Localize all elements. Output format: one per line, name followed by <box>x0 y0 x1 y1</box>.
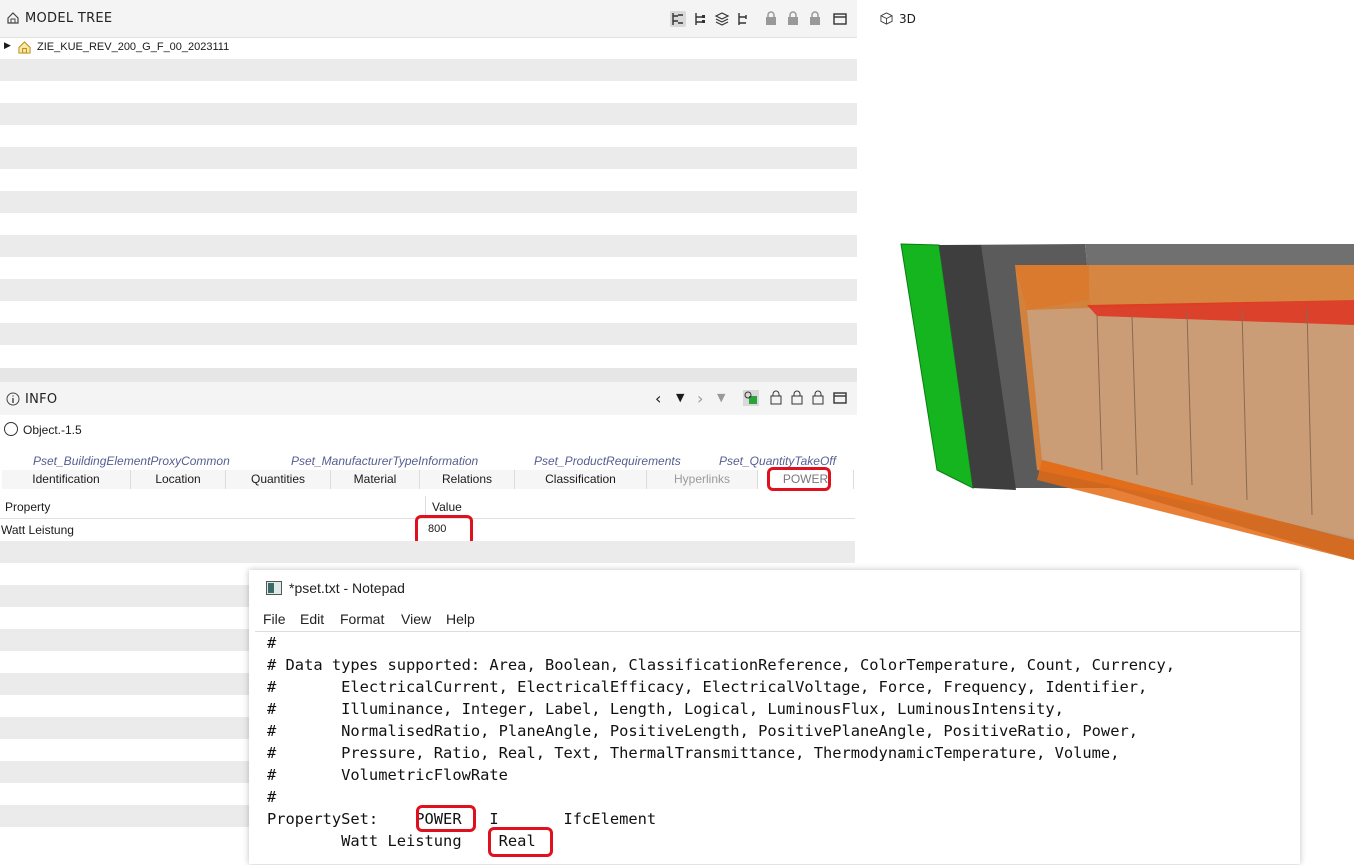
text-line: # <box>267 634 277 652</box>
lock-icon[interactable] <box>789 390 805 406</box>
model-tree-title: MODEL TREE <box>25 11 113 26</box>
tree-icon[interactable] <box>692 11 708 27</box>
menu-file[interactable]: File <box>263 611 286 627</box>
tab-quantities[interactable]: Quantities <box>226 470 331 489</box>
lock-icon[interactable] <box>807 11 823 27</box>
maximize-icon[interactable] <box>832 11 848 27</box>
tree-row <box>0 235 857 257</box>
menu-help[interactable]: Help <box>446 611 475 627</box>
tab-material[interactable]: Material <box>331 470 420 489</box>
text-line: # VolumetricFlowRate <box>267 766 508 784</box>
dropdown-icon[interactable]: ▼ <box>676 391 684 404</box>
select-object-icon[interactable] <box>743 390 759 406</box>
tab-identification[interactable]: Identification <box>2 470 131 489</box>
text-line: # ElectricalCurrent, ElectricalEfficacy,… <box>267 678 1148 696</box>
layers-icon[interactable] <box>714 11 730 27</box>
lock-icon[interactable] <box>768 390 784 406</box>
model-tree-panel: MODEL TREE ▶ ZIE_KUE_REV_200_G_F_00_2023… <box>0 0 857 368</box>
maximize-icon[interactable] <box>832 390 848 406</box>
relations-icon[interactable] <box>736 11 752 27</box>
tab-hyperlinks[interactable]: Hyperlinks <box>647 470 758 489</box>
column-header-value: Value <box>432 500 462 514</box>
dropdown-icon[interactable]: ▼ <box>717 391 725 404</box>
tree-row <box>0 191 857 213</box>
text-line: # Illuminance, Integer, Label, Length, L… <box>267 700 1064 718</box>
notepad-window[interactable]: *pset.txt - Notepad File Edit Format Vie… <box>249 570 1300 864</box>
building-icon <box>18 41 31 54</box>
table-row <box>0 541 855 563</box>
lock-icon[interactable] <box>810 390 826 406</box>
object-label: Object.-1.5 <box>23 423 82 437</box>
tree-row <box>0 279 857 301</box>
chevron-right-icon[interactable]: › <box>697 389 703 408</box>
text-line: # <box>267 788 277 806</box>
model-tree-header: MODEL TREE <box>0 0 857 38</box>
object-radio[interactable] <box>4 422 18 436</box>
highlight-box <box>488 827 553 857</box>
tree-row <box>0 59 857 81</box>
property-name: Watt Leistung <box>1 523 74 537</box>
pset-tab[interactable]: Pset_ProductRequirements <box>534 454 681 468</box>
panel-splitter[interactable] <box>0 368 857 382</box>
pset-tab[interactable]: Pset_ManufacturerTypeInformation <box>291 454 478 468</box>
model-tree-icon <box>7 12 19 24</box>
info-header: INFO ‹ ▼ › ▼ <box>0 382 857 415</box>
highlight-box <box>416 805 476 832</box>
notepad-text-area[interactable]: # # Data types supported: Area, Boolean,… <box>255 631 1300 865</box>
info-title: INFO <box>25 392 58 407</box>
tree-row <box>0 103 857 125</box>
menu-view[interactable]: View <box>401 611 431 627</box>
notepad-title: *pset.txt - Notepad <box>289 580 405 596</box>
tree-row <box>0 323 857 345</box>
tree-row <box>0 147 857 169</box>
tab-relations[interactable]: Relations <box>420 470 515 489</box>
pset-tab[interactable]: Pset_QuantityTakeOff <box>719 454 836 468</box>
highlight-box <box>767 467 831 491</box>
tree-root-row[interactable]: ▶ ZIE_KUE_REV_200_G_F_00_2023111 <box>0 37 857 59</box>
text-line: # Pressure, Ratio, Real, Text, ThermalTr… <box>267 744 1120 762</box>
text-line: # NormalisedRatio, PlaneAngle, PositiveL… <box>267 722 1138 740</box>
tab-classification[interactable]: Classification <box>515 470 647 489</box>
tree-root-label[interactable]: ZIE_KUE_REV_200_G_F_00_2023111 <box>37 41 229 53</box>
notepad-icon <box>266 581 282 595</box>
lock-icon[interactable] <box>763 11 779 27</box>
expand-arrow-icon[interactable]: ▶ <box>4 41 11 51</box>
column-header-property: Property <box>5 500 51 514</box>
menu-format[interactable]: Format <box>340 611 384 627</box>
hierarchy-icon[interactable] <box>670 11 686 27</box>
chevron-left-icon[interactable]: ‹ <box>655 389 661 408</box>
info-icon <box>6 392 20 406</box>
menu-edit[interactable]: Edit <box>300 611 324 627</box>
lock-icon[interactable] <box>785 11 801 27</box>
text-line: # Data types supported: Area, Boolean, C… <box>267 656 1176 674</box>
tab-location[interactable]: Location <box>131 470 226 489</box>
pset-tab[interactable]: Pset_BuildingElementProxyCommon <box>33 454 230 468</box>
